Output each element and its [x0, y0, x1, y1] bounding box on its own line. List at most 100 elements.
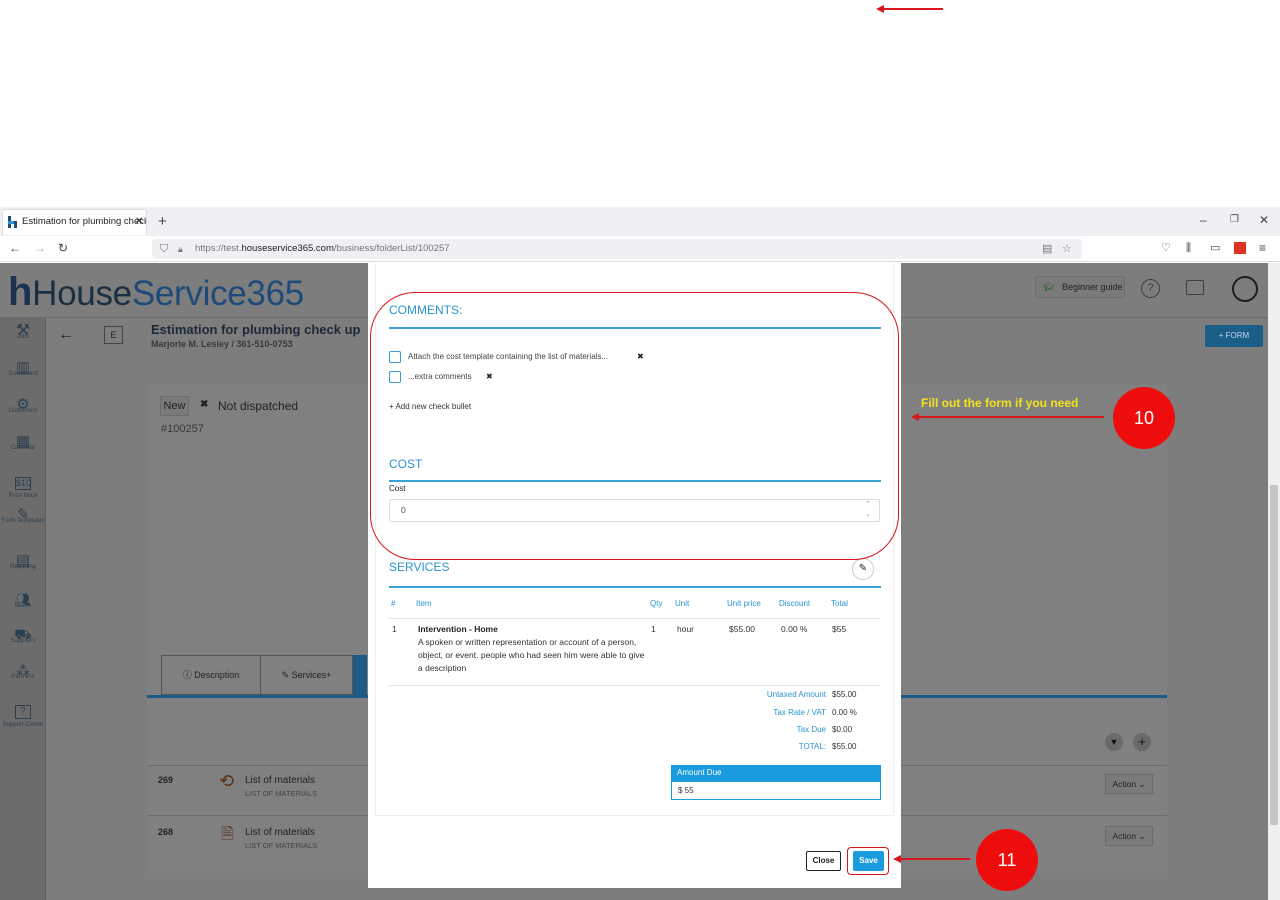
beginner-guide-label: Beginner guide — [1062, 282, 1123, 292]
summary-label: Tax Rate / VAT — [773, 708, 826, 717]
back-icon[interactable]: ← — [9, 242, 21, 254]
not-dispatched-icon: ✖ — [200, 399, 209, 410]
tab-services[interactable]: ✎ Services+ — [261, 655, 353, 695]
sidebar-item-dashboard[interactable]: ▥ Dashboard — [0, 360, 46, 378]
service-qty: 1 — [651, 624, 656, 634]
add-form-button[interactable]: + FORM — [1205, 325, 1263, 347]
minimize-icon[interactable]: – — [1200, 214, 1207, 226]
pocket-icon[interactable]: ♡ — [1161, 243, 1171, 254]
page-title: Estimation for plumbing check up — [151, 322, 361, 337]
url-bar[interactable]: ⛉ 🔒︎ https://test.houseservice365.com/bu… — [152, 239, 1082, 259]
amount-due-header: Amount Due — [671, 765, 881, 781]
favicon-icon — [8, 216, 18, 228]
url-scheme: https://test. — [195, 243, 242, 254]
annotation-highlight-ellipse — [370, 292, 899, 560]
col-header-discount: Discount — [779, 599, 811, 608]
tab-services-label: Services+ — [291, 670, 332, 680]
sidebar-item-suppliers[interactable]: ⛟ Suppliers — [0, 626, 46, 645]
annotation-arrowhead-top — [876, 5, 884, 13]
row-subtitle: LIST OF MATERIALS — [245, 789, 318, 798]
sidebar-label: Support Center — [2, 722, 44, 728]
partners-icon: ⁂ — [16, 662, 30, 678]
sidebar-label: Dashboard — [8, 371, 38, 377]
help-icon[interactable]: ? — [1141, 279, 1160, 298]
add-icon[interactable]: + — [1133, 733, 1151, 751]
sidebar-label: Customers — [8, 408, 38, 414]
scrollbar-thumb[interactable] — [1270, 485, 1278, 825]
annotation-arrow-top — [883, 8, 943, 10]
url-host: houseservice365.com — [241, 243, 334, 254]
sidebar-item-users[interactable]: 👥︎ Users — [0, 592, 46, 610]
table-row-divider — [389, 685, 880, 686]
close-button[interactable]: Close — [806, 851, 841, 871]
sidebar-item-partners[interactable]: ⁂ Partners — [0, 662, 46, 681]
service-discount: 0.00 % — [781, 624, 808, 634]
summary-value: 0.00 % — [832, 708, 857, 717]
annotation-arrowhead-step11 — [893, 855, 901, 863]
sidebar-label: Partners — [11, 674, 35, 680]
summary-label: TOTAL: — [798, 742, 826, 751]
edit-services-icon[interactable]: ✎ — [852, 558, 874, 580]
sidebar-label: Suppliers — [10, 638, 36, 644]
support-icon: ? — [15, 705, 31, 719]
tab-description[interactable]: ⓘ Description — [161, 655, 261, 695]
annotation-arrow-step11 — [900, 858, 970, 860]
filter-icon[interactable]: ▼ — [1105, 733, 1123, 751]
tab-close-icon[interactable]: ✕ — [135, 210, 143, 234]
annotation-step11-circle: 11 — [976, 829, 1038, 891]
tab-active[interactable] — [353, 655, 367, 695]
row-action-button[interactable]: Action ⌄ — [1105, 774, 1153, 794]
sidebar-item-price-book[interactable]: $10 Price Book — [0, 475, 46, 500]
library-icon[interactable]: ⫼ — [1186, 243, 1191, 254]
menu-icon[interactable]: ≡ — [1259, 242, 1266, 254]
logo-text-dark: House — [32, 274, 132, 313]
amount-due-value: $ 55 — [671, 781, 881, 800]
folder-number: #100257 — [161, 423, 204, 435]
logo-mark-icon: h — [8, 270, 33, 314]
sidebar-item-jobs[interactable]: ⚒ Jobs — [0, 322, 46, 341]
sidebar-label: Users — [15, 603, 31, 609]
tools-icon: ⚒ — [15, 322, 31, 339]
forward-icon[interactable]: → — [34, 242, 46, 254]
restore-icon[interactable]: ❐ — [1230, 215, 1239, 225]
reader-icon[interactable]: ▤ — [1042, 239, 1052, 259]
summary-value: $55.00 — [832, 742, 857, 751]
page-scrollbar[interactable] — [1268, 263, 1280, 900]
document-icon: 🗎︎ — [221, 826, 234, 843]
save-button[interactable]: Save — [853, 851, 884, 871]
sidebar-label: Reporting — [9, 564, 36, 570]
col-header-total: Total — [831, 599, 848, 608]
service-total: $55 — [832, 624, 847, 634]
app-logo[interactable]: hHouseService365 — [8, 270, 304, 314]
col-header-qty: Qty — [650, 599, 663, 608]
window-close-icon[interactable]: ✕ — [1259, 214, 1269, 226]
folder-icon[interactable] — [1186, 280, 1204, 295]
summary-value: $0.00 — [832, 725, 853, 734]
summary-value: $55.00 — [832, 690, 857, 699]
annotation-step10-text: Fill out the form if you need — [921, 396, 1079, 410]
beginner-guide-button[interactable]: 🎓︎ Beginner guide — [1035, 276, 1125, 298]
price-icon: $10 — [15, 477, 32, 490]
extension-icon[interactable] — [1234, 242, 1246, 254]
reload-icon[interactable]: ↻ — [58, 242, 68, 254]
dispatch-status: Not dispatched — [218, 399, 299, 413]
truck-icon: ⛟ — [14, 626, 32, 642]
avatar[interactable] — [1232, 276, 1258, 302]
row-action-button[interactable]: Action ⌄ — [1105, 826, 1153, 846]
sidebar-item-support-center[interactable]: ? Support Center — [0, 703, 46, 729]
browser-tab[interactable]: Estimation for plumbing check ✕ — [2, 209, 147, 235]
annotation-step10-circle: 10 — [1113, 387, 1175, 449]
users-icon: 👥︎ — [14, 592, 32, 607]
bookmark-star-icon[interactable]: ☆ — [1062, 239, 1072, 259]
lock-icon: 🔒︎ — [178, 244, 183, 254]
sidebar-item-customers[interactable]: ⚙ Customers — [0, 397, 46, 415]
sidebar-toggle-icon[interactable]: ▭ — [1210, 243, 1220, 254]
sidebar-item-calendar[interactable]: ▦ Calendar — [0, 434, 46, 452]
summary-label: Tax Due — [796, 725, 826, 734]
sidebar-item-form-templates[interactable]: ✎ Form Templates — [0, 507, 46, 525]
sidebar-label: Form Templates — [1, 518, 45, 524]
service-unit: hour — [677, 624, 695, 634]
new-tab-icon[interactable]: + — [158, 214, 167, 229]
sidebar-item-reporting[interactable]: ▤ Reporting — [0, 553, 46, 571]
back-arrow-icon[interactable]: ← — [58, 326, 74, 344]
